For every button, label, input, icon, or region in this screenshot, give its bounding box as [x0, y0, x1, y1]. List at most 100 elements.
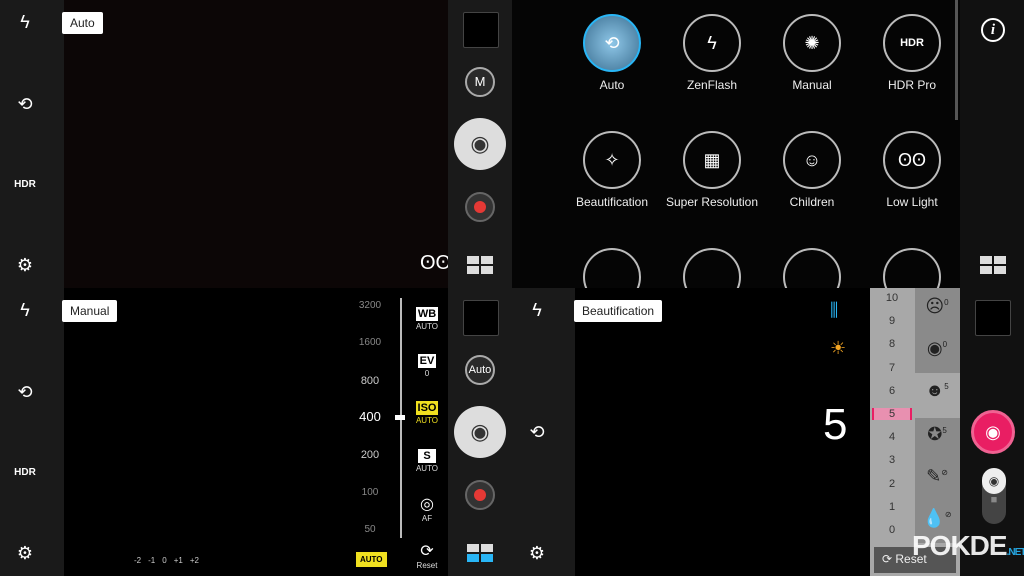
beauty-level-tick[interactable]: 10 — [872, 292, 912, 304]
reset-icon: ⟳ — [420, 543, 434, 560]
children-icon: ☺ — [783, 131, 841, 189]
mode-beautification[interactable]: ✧ Beautification — [562, 131, 662, 209]
beauty-level-tick[interactable]: 2 — [872, 478, 912, 490]
shutter-button[interactable]: ◉ — [454, 118, 506, 170]
photo-video-toggle[interactable]: ◉ ■ — [982, 468, 1006, 524]
lipstick-icon[interactable]: ✎⊘ — [915, 466, 959, 487]
flash-unit-icon: ϟ — [683, 14, 741, 72]
mode-more[interactable] — [862, 248, 962, 288]
mode-zenflash[interactable]: ϟ ZenFlash — [662, 14, 762, 92]
mode-grid-icon[interactable] — [467, 544, 493, 562]
iso-tick-label[interactable]: 1600 — [340, 337, 400, 348]
feature-value: ⊘ — [944, 510, 952, 519]
left-toolbar: ϟ ⟲ HDR ⚙ — [0, 288, 64, 576]
scrollbar[interactable] — [955, 0, 958, 120]
mode-super-resolution[interactable]: ▦ Super Resolution — [662, 131, 762, 209]
iso-tick-label[interactable]: 200 — [340, 449, 400, 461]
gallery-thumbnail[interactable] — [463, 300, 499, 336]
iso-tick-label[interactable]: 400 — [340, 409, 400, 424]
shutter-button[interactable]: ◉ — [971, 410, 1015, 454]
selfie-flip-icon[interactable]: ⟲ — [10, 381, 40, 403]
iso-tick-label[interactable]: 3200 — [340, 300, 400, 311]
mode-label: ZenFlash — [686, 78, 738, 92]
brightness-icon[interactable]: ☀ — [830, 338, 846, 359]
mode-hdr-pro[interactable]: HDR HDR Pro — [862, 14, 962, 92]
mode-grid-icon[interactable] — [467, 256, 493, 274]
hdr-icon[interactable]: HDR — [10, 462, 40, 484]
setting-iso[interactable]: ISO AUTO — [410, 398, 444, 425]
mode-more[interactable] — [562, 248, 662, 288]
beautification-icon: ✧ — [583, 131, 641, 189]
mode-more[interactable] — [762, 248, 862, 288]
adjust-sliders-icon[interactable]: ⫼ — [830, 300, 838, 321]
feature-value: 5 — [942, 426, 947, 435]
beauty-level-tick[interactable]: 0 — [872, 524, 912, 536]
hdr-icon[interactable]: HDR — [10, 174, 40, 196]
manual-mode-button[interactable]: M — [465, 67, 495, 97]
beauty-level-tick[interactable]: 1 — [872, 501, 912, 513]
beauty-level-tick[interactable]: 5 — [872, 408, 912, 420]
left-toolbar: ϟ ⟲ HDR ⚙ — [0, 0, 64, 288]
iso-tick-label[interactable]: 800 — [340, 375, 400, 387]
flash-icon[interactable]: ϟ — [10, 299, 40, 321]
setting-wb[interactable]: WB AUTO — [410, 304, 444, 331]
setting-ev[interactable]: EV 0 — [410, 351, 444, 378]
mode-auto[interactable]: ⟲ Auto — [562, 14, 662, 92]
iso-tick-label[interactable]: 50 — [340, 524, 400, 535]
eye-enlarge-icon[interactable]: ◉0 — [915, 338, 959, 359]
gallery-thumbnail[interactable] — [463, 12, 499, 48]
skin-brighten-icon[interactable]: 💧⊘ — [915, 508, 959, 529]
selfie-flip-icon[interactable]: ⟲ — [522, 421, 552, 443]
setting-af[interactable]: ◎ AF — [410, 494, 444, 523]
feature-value: 0 — [942, 340, 948, 349]
beauty-level-tick[interactable]: 9 — [872, 315, 912, 327]
iso-auto-button[interactable]: AUTO — [356, 552, 387, 567]
mode-label: Low Light — [886, 195, 938, 209]
beauty-level-tick[interactable]: 4 — [872, 431, 912, 443]
ev-tick-label: +1 — [173, 556, 183, 565]
beauty-level-value: 5 — [823, 400, 848, 449]
gallery-thumbnail[interactable] — [975, 300, 1011, 336]
mode-more[interactable] — [662, 248, 762, 288]
setting-s[interactable]: S AUTO — [410, 446, 444, 473]
info-icon[interactable]: i — [981, 18, 1005, 42]
mode-grid-icon[interactable] — [980, 256, 1006, 274]
mode-label: Super Resolution — [665, 195, 759, 209]
face-slim-icon[interactable]: ☻5 — [915, 380, 959, 401]
right-toolbar: i — [960, 0, 1024, 288]
mode-manual[interactable]: ✺ Manual — [762, 14, 862, 92]
beauty-level-tick[interactable]: 3 — [872, 454, 912, 466]
owl-icon: ʘʘ — [420, 252, 452, 274]
record-button[interactable] — [465, 192, 495, 222]
shutter-button[interactable]: ◉ — [454, 406, 506, 458]
feature-value: ⊘ — [941, 468, 948, 477]
setting-reset[interactable]: ⟳ Reset — [410, 541, 444, 570]
beauty-level-tick[interactable]: 7 — [872, 362, 912, 374]
iso-tick-label[interactable]: 100 — [340, 487, 400, 498]
left-toolbar: ϟ ⟲ ⚙ — [512, 288, 575, 576]
viewfinder[interactable]: Auto ʘʘ — [62, 0, 452, 288]
settings-icon[interactable]: ⚙ — [10, 542, 40, 564]
low-light-owl-icon: ʘʘ — [883, 131, 941, 189]
mode-children[interactable]: ☺ Children — [762, 131, 862, 209]
record-button[interactable] — [465, 480, 495, 510]
mode-low-light[interactable]: ʘʘ Low Light — [862, 131, 962, 209]
settings-icon[interactable]: ⚙ — [522, 542, 552, 564]
beauty-level-tick[interactable]: 6 — [872, 385, 912, 397]
viewfinder[interactable]: Beautification ⫼ ☀ 5 — [574, 288, 870, 576]
auto-mode-button[interactable]: Auto — [465, 355, 495, 385]
ev-tick-label: 0 — [162, 556, 167, 565]
flash-icon[interactable]: ϟ — [10, 11, 40, 33]
mode-label: Beautification — [575, 195, 649, 209]
viewfinder[interactable]: Manual -2 -1 0 +1 +2 — [62, 288, 336, 576]
skin-tone-icon[interactable]: ✪5 — [915, 424, 959, 445]
beauty-level-tick[interactable]: 8 — [872, 338, 912, 350]
selfie-flip-icon[interactable]: ⟲ — [10, 93, 40, 115]
settings-icon[interactable]: ⚙ — [10, 254, 40, 276]
mode-tag: Manual — [62, 300, 118, 322]
auto-photo-icon: ⟲ — [583, 14, 641, 72]
mode-label: Auto — [599, 78, 625, 92]
flash-icon[interactable]: ϟ — [522, 299, 552, 321]
skin-softening-icon[interactable]: ☹0 — [915, 296, 959, 317]
feature-value: 0 — [944, 298, 949, 307]
